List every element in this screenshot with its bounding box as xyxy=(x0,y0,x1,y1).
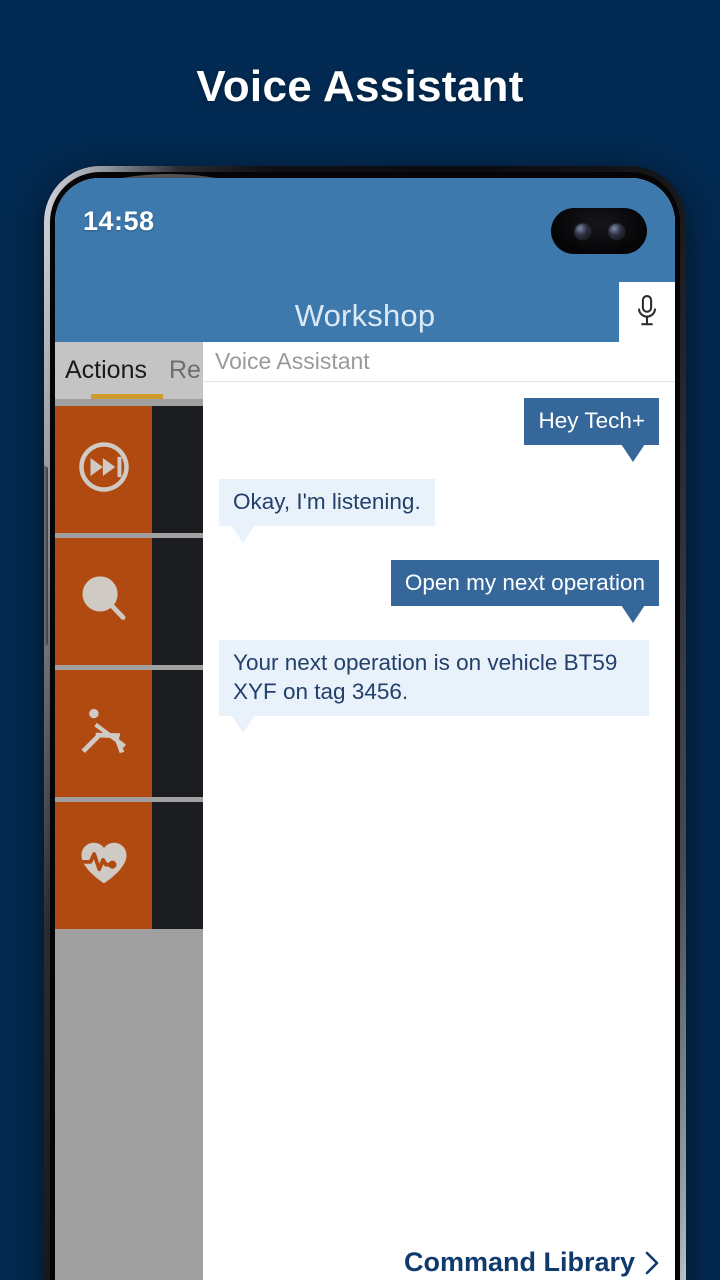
action-card-body xyxy=(152,538,203,665)
app-bar: Workshop xyxy=(55,290,675,342)
skip-next-circle-icon xyxy=(77,440,131,499)
message-bubble-outgoing: Hey Tech+ xyxy=(524,398,659,462)
action-card-body xyxy=(152,802,203,929)
status-bar-clock: 14:58 xyxy=(83,206,155,236)
voice-assistant-panel: Voice Assistant Hey Tech+ Okay, I'm list… xyxy=(203,342,675,1280)
action-card-icon-area xyxy=(55,670,152,797)
phone-screen: 14:58 Workshop Actions Re Voice Assistan… xyxy=(55,178,675,1280)
phone-mockup: 14:58 Workshop Actions Re Voice Assistan… xyxy=(44,166,686,1280)
search-icon xyxy=(77,572,131,631)
tab-active-underline xyxy=(91,394,163,399)
command-library-link[interactable]: Command Library xyxy=(404,1247,659,1278)
action-card-icon-area xyxy=(55,406,152,533)
message-row: Hey Tech+ xyxy=(219,398,659,462)
volume-button[interactable] xyxy=(44,466,48,646)
message-list: Hey Tech+ Okay, I'm listening. Open my n… xyxy=(203,384,675,1240)
voice-mic-button[interactable] xyxy=(619,282,675,344)
action-card-icon-area xyxy=(55,802,152,929)
tab-recent[interactable]: Re xyxy=(147,356,201,385)
deck-chair-icon xyxy=(77,704,131,763)
message-bubble-outgoing: Open my next operation xyxy=(390,559,659,624)
action-card-next-operation[interactable] xyxy=(55,406,203,533)
action-card-search[interactable] xyxy=(55,538,203,665)
message-row: Okay, I'm listening. xyxy=(219,478,659,543)
message-row: Your next operation is on vehicle BT59 X… xyxy=(219,640,659,733)
voice-assistant-header: Voice Assistant xyxy=(203,342,675,382)
action-card-body xyxy=(152,406,203,533)
message-bubble-incoming: Your next operation is on vehicle BT59 X… xyxy=(219,640,649,733)
message-row: Open my next operation xyxy=(219,559,659,624)
dual-punch-hole-camera-icon xyxy=(551,208,647,254)
command-library-label: Command Library xyxy=(403,1247,635,1277)
sidebar-tabstrip: Actions Re xyxy=(55,342,203,399)
tab-actions[interactable]: Actions xyxy=(55,356,147,385)
camera-lens-left-icon xyxy=(574,223,590,239)
app-bar-title: Workshop xyxy=(294,298,436,333)
page-title: Voice Assistant xyxy=(196,62,524,111)
action-card-health[interactable] xyxy=(55,802,203,929)
action-card-break[interactable] xyxy=(55,670,203,797)
microphone-icon xyxy=(634,293,660,334)
message-bubble-incoming: Okay, I'm listening. xyxy=(219,478,435,543)
action-card-body xyxy=(152,670,203,797)
status-bar: 14:58 xyxy=(55,178,675,290)
camera-lens-right-icon xyxy=(608,223,624,239)
action-card-list xyxy=(55,406,203,934)
action-card-icon-area xyxy=(55,538,152,665)
chevron-right-icon xyxy=(645,1251,659,1275)
heart-pulse-icon xyxy=(76,836,131,895)
actions-sidebar: Actions Re xyxy=(55,342,203,1280)
